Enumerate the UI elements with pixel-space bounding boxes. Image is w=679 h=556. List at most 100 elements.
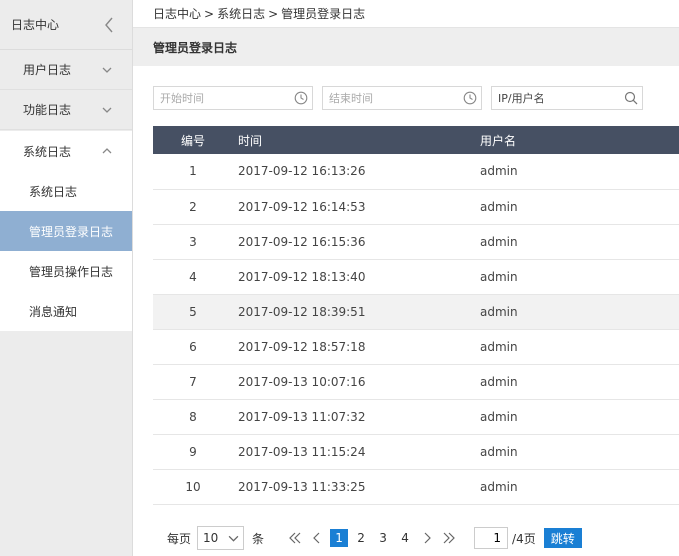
- start-time-input[interactable]: [160, 91, 260, 105]
- breadcrumb-item[interactable]: 日志中心: [153, 5, 201, 22]
- cell-time: 2017-09-12 18:39:51: [233, 294, 480, 330]
- sidebar-group-label: 系统日志: [23, 144, 72, 159]
- cell-time: 2017-09-13 10:07:16: [233, 364, 480, 400]
- breadcrumb-item[interactable]: 系统日志: [217, 5, 265, 22]
- cell-time: 2017-09-13 11:15:24: [233, 434, 480, 470]
- breadcrumb-item-current: 管理员登录日志: [281, 7, 366, 21]
- end-time-field: [322, 86, 482, 110]
- collapse-sidebar-icon[interactable]: [104, 17, 114, 33]
- table-header-row: 编号 时间 用户名: [153, 126, 679, 154]
- table-row: 10 2017-09-13 11:33:25 admin: [153, 469, 679, 505]
- cell-username: admin: [480, 399, 679, 435]
- breadcrumb-separator: >: [268, 6, 279, 21]
- column-header-no: 编号: [180, 133, 205, 148]
- clock-icon[interactable]: [294, 91, 308, 105]
- login-log-table: 编号 时间 用户名 1 2017-09-12 16:13:26 admin 2 …: [153, 126, 679, 505]
- clock-icon[interactable]: [463, 91, 477, 105]
- cell-no: 9: [153, 434, 233, 470]
- table-row: 6 2017-09-12 18:57:18 admin: [153, 329, 679, 365]
- per-page-unit: 条: [252, 531, 265, 546]
- sidebar-item-admin-login-log[interactable]: 管理员登录日志: [0, 211, 132, 251]
- cell-time: 2017-09-13 11:33:25: [233, 469, 480, 505]
- table-row-hovered: 5 2017-09-12 18:39:51 admin: [153, 294, 679, 330]
- cell-username: admin: [480, 259, 679, 295]
- sidebar-item-label: 管理员登录日志: [29, 224, 114, 239]
- sidebar-submenu: 系统日志 管理员登录日志 管理员操作日志 消息通知: [0, 171, 132, 331]
- page-2-button[interactable]: 2: [352, 529, 370, 547]
- last-page-icon[interactable]: [442, 531, 456, 545]
- sidebar-item-message-notice[interactable]: 消息通知: [0, 291, 132, 331]
- table-row: 8 2017-09-13 11:07:32 admin: [153, 399, 679, 435]
- jump-button[interactable]: 跳转: [543, 528, 582, 548]
- cell-username: admin: [480, 154, 679, 190]
- cell-username: admin: [480, 189, 679, 225]
- page-1-button[interactable]: 1: [330, 529, 349, 547]
- cell-username: admin: [480, 329, 679, 365]
- sidebar-item-label: 系统日志: [29, 184, 78, 199]
- goto-page-input[interactable]: [474, 527, 509, 549]
- pagination: 每页 10 条 1 2 3 4 /4页 跳转: [167, 525, 582, 551]
- cell-time: 2017-09-12 18:13:40: [233, 259, 480, 295]
- column-header-time: 时间: [238, 133, 263, 148]
- main-content: 日志中心 > 系统日志 > 管理员登录日志 管理员登录日志 开始时间 结束时间 …: [133, 0, 679, 556]
- sidebar-group-system-log[interactable]: 系统日志: [0, 131, 132, 171]
- end-time-input[interactable]: [329, 91, 429, 105]
- cell-no: 5: [153, 294, 233, 330]
- sidebar-item-system-log[interactable]: 系统日志: [0, 171, 132, 211]
- breadcrumb: 日志中心 > 系统日志 > 管理员登录日志: [133, 0, 679, 28]
- page-title-bar: 管理员登录日志: [133, 28, 679, 66]
- per-page-label: 每页: [167, 531, 192, 546]
- sidebar-group-function-log[interactable]: 功能日志: [0, 90, 132, 130]
- total-pages-label: /4页: [512, 531, 536, 546]
- table-row: 1 2017-09-12 16:13:26 admin: [153, 154, 679, 190]
- sidebar-item-label: 消息通知: [29, 304, 78, 319]
- cell-username: admin: [480, 224, 679, 260]
- page-3-button[interactable]: 3: [374, 529, 392, 547]
- cell-username: admin: [480, 434, 679, 470]
- cell-no: 6: [153, 329, 233, 365]
- table-row: 7 2017-09-13 10:07:16 admin: [153, 364, 679, 400]
- cell-no: 4: [153, 259, 233, 295]
- sidebar-group-label: 用户日志: [23, 63, 72, 77]
- cell-time: 2017-09-12 16:13:26: [233, 154, 480, 190]
- column-header-username: 用户名: [480, 133, 517, 148]
- chevron-down-icon: [102, 107, 112, 113]
- cell-time: 2017-09-12 16:15:36: [233, 224, 480, 260]
- cell-no: 2: [153, 189, 233, 225]
- sidebar-group-user-log[interactable]: 用户日志: [0, 50, 132, 90]
- breadcrumb-separator: >: [204, 6, 215, 21]
- filter-bar: [153, 86, 643, 110]
- cell-time: 2017-09-12 18:57:18: [233, 329, 480, 365]
- sidebar-header: 日志中心: [0, 0, 132, 50]
- table-row: 4 2017-09-12 18:13:40 admin: [153, 259, 679, 295]
- per-page-select[interactable]: 10: [197, 526, 245, 550]
- cell-time: 2017-09-12 16:14:53: [233, 189, 480, 225]
- next-page-icon[interactable]: [420, 531, 434, 545]
- table-row: 3 2017-09-12 16:15:36 admin: [153, 224, 679, 260]
- cell-username: admin: [480, 469, 679, 505]
- table-row: 2 2017-09-12 16:14:53 admin: [153, 189, 679, 225]
- cell-username: admin: [480, 364, 679, 400]
- sidebar-title: 日志中心: [11, 18, 60, 32]
- cell-no: 10: [153, 469, 233, 505]
- first-page-icon[interactable]: [288, 531, 302, 545]
- search-icon[interactable]: [624, 91, 638, 105]
- cell-no: 3: [153, 224, 233, 260]
- sidebar-item-label: 管理员操作日志: [29, 264, 114, 279]
- sidebar: 日志中心 用户日志 功能日志 系统日志 系统日志 管理员登录日志 管理员操作日志: [0, 0, 133, 556]
- start-time-field: [153, 86, 313, 110]
- cell-no: 8: [153, 399, 233, 435]
- prev-page-icon[interactable]: [310, 531, 324, 545]
- page-title: 管理员登录日志: [153, 40, 238, 55]
- ip-username-field: [491, 86, 643, 110]
- chevron-up-icon: [102, 148, 112, 154]
- ip-username-input[interactable]: [498, 91, 598, 105]
- chevron-down-icon: [228, 535, 239, 542]
- cell-no: 1: [153, 154, 233, 190]
- cell-time: 2017-09-13 11:07:32: [233, 399, 480, 435]
- cell-no: 7: [153, 364, 233, 400]
- table-row: 9 2017-09-13 11:15:24 admin: [153, 434, 679, 470]
- sidebar-item-admin-operation-log[interactable]: 管理员操作日志: [0, 251, 132, 291]
- sidebar-group-label: 功能日志: [23, 103, 72, 117]
- page-4-button[interactable]: 4: [396, 529, 414, 547]
